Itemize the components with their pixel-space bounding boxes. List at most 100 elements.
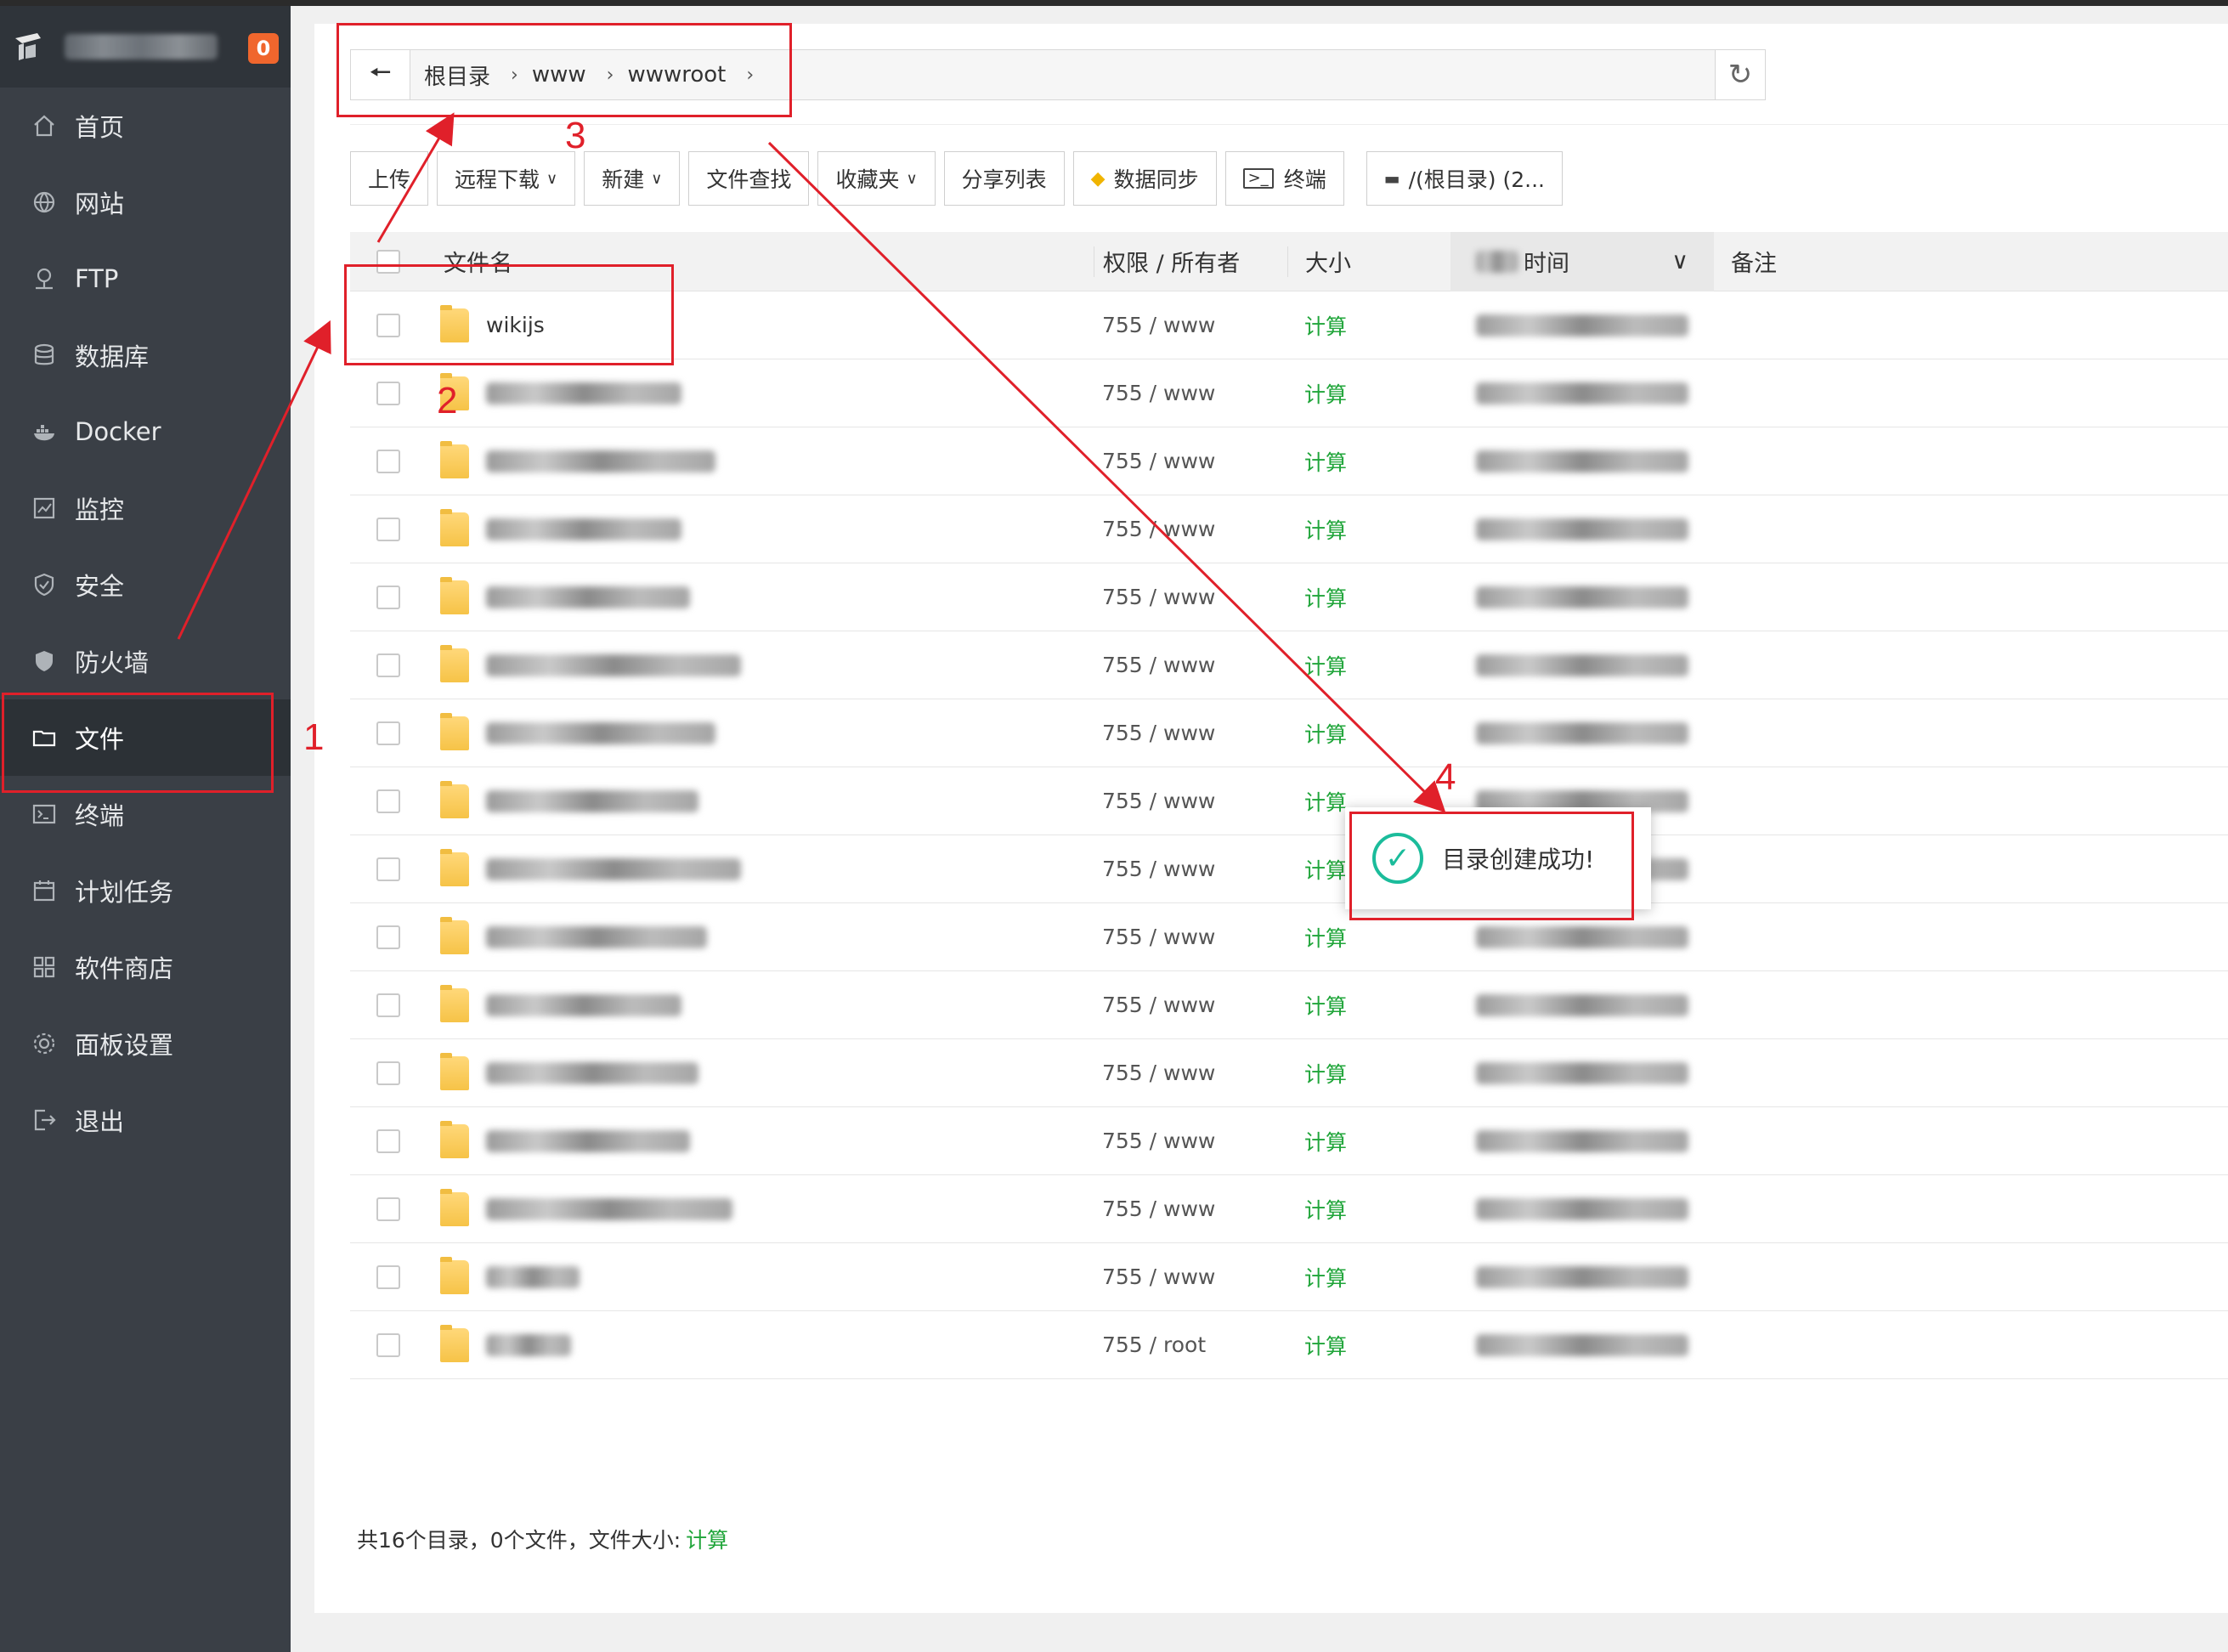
sidebar-item-docker[interactable]: Docker [0, 393, 291, 470]
table-row[interactable]: 755 / www 计算 [350, 495, 2228, 563]
calculate-size-link[interactable]: 计算 [1287, 922, 1450, 953]
blurred-file-name[interactable] [486, 1061, 698, 1084]
data-sync-button[interactable]: ◆ 数据同步 [1072, 151, 1217, 206]
row-checkbox[interactable] [376, 1129, 400, 1153]
sidebar-item-store[interactable]: 软件商店 [0, 929, 291, 1005]
permission-owner[interactable]: 755 / www [1094, 517, 1287, 541]
calculate-size-link[interactable]: 计算 [1287, 514, 1450, 545]
calculate-size-link[interactable]: 计算 [1287, 650, 1450, 681]
header-size[interactable]: 大小 [1305, 245, 1351, 278]
blurred-file-name[interactable] [486, 518, 681, 540]
sidebar-item-logout[interactable]: 退出 [0, 1082, 291, 1158]
sidebar-item-website[interactable]: 网站 [0, 164, 291, 240]
table-row[interactable]: 755 / www 计算 [350, 631, 2228, 699]
permission-owner[interactable]: 755 / www [1094, 1264, 1287, 1289]
sidebar-item-settings[interactable]: 面板设置 [0, 1005, 291, 1082]
calculate-size-link[interactable]: 计算 [1287, 1330, 1450, 1361]
calculate-size-link[interactable]: 计算 [1287, 582, 1450, 613]
permission-owner[interactable]: 755 / www [1094, 857, 1287, 881]
row-checkbox[interactable] [376, 449, 400, 473]
table-row[interactable]: 755 / www 计算 [350, 427, 2228, 495]
sidebar-item-database[interactable]: 数据库 [0, 317, 291, 393]
row-checkbox[interactable] [376, 653, 400, 677]
sidebar-item-cron[interactable]: 计划任务 [0, 852, 291, 929]
permission-owner[interactable]: 755 / www [1094, 1129, 1287, 1153]
table-row[interactable]: 755 / root 计算 [350, 1311, 2228, 1379]
calculate-size-link[interactable]: 计算 [1287, 378, 1450, 409]
table-row[interactable]: 755 / www 计算 [350, 971, 2228, 1039]
row-checkbox[interactable] [376, 789, 400, 813]
table-row[interactable]: 755 / www 计算 [350, 903, 2228, 971]
blurred-file-name[interactable] [486, 586, 690, 608]
calculate-size-link[interactable]: 计算 [1287, 718, 1450, 749]
header-permission[interactable]: 权限 / 所有者 [1103, 245, 1240, 278]
notification-badge[interactable]: 0 [248, 33, 279, 64]
calculate-size-link[interactable]: 计算 [1287, 1194, 1450, 1225]
sidebar-item-ftp[interactable]: FTP [0, 240, 291, 317]
row-checkbox[interactable] [376, 925, 400, 949]
blurred-file-name[interactable] [486, 925, 707, 948]
calculate-link[interactable]: 计算 [686, 1528, 728, 1553]
row-checkbox[interactable] [376, 857, 400, 881]
table-row[interactable]: 755 / www 计算 [350, 1175, 2228, 1243]
new-button[interactable]: 新建 ∨ [584, 151, 681, 206]
refresh-button[interactable]: ↻ [1715, 49, 1766, 100]
table-row[interactable]: 755 / www 计算 [350, 767, 2228, 835]
table-row[interactable]: 755 / www 计算 [350, 359, 2228, 427]
calculate-size-link[interactable]: 计算 [1287, 1058, 1450, 1089]
blurred-file-name[interactable] [486, 1333, 571, 1356]
blurred-file-name[interactable] [486, 382, 681, 405]
calculate-size-link[interactable]: 计算 [1287, 446, 1450, 477]
sidebar-item-home[interactable]: 首页 [0, 88, 291, 164]
header-time[interactable]: 时间 [1524, 245, 1569, 278]
chevron-down-icon[interactable]: ∨ [1671, 248, 1688, 274]
calculate-size-link[interactable]: 计算 [1287, 1262, 1450, 1293]
permission-owner[interactable]: 755 / www [1094, 721, 1287, 745]
row-checkbox[interactable] [376, 517, 400, 541]
table-row[interactable]: 755 / www 计算 [350, 835, 2228, 903]
row-checkbox[interactable] [376, 381, 400, 405]
row-checkbox[interactable] [376, 585, 400, 609]
table-row[interactable]: 755 / www 计算 [350, 699, 2228, 767]
permission-owner[interactable]: 755 / www [1094, 1061, 1287, 1085]
calculate-size-link[interactable]: 计算 [1287, 310, 1450, 341]
permission-owner[interactable]: 755 / root [1094, 1332, 1287, 1357]
blurred-file-name[interactable] [486, 857, 741, 880]
blurred-file-name[interactable] [486, 1265, 580, 1288]
terminal-button[interactable]: >_ 终端 [1224, 151, 1344, 206]
permission-owner[interactable]: 755 / www [1094, 585, 1287, 609]
blurred-file-name[interactable] [486, 450, 715, 472]
row-checkbox[interactable] [376, 993, 400, 1017]
row-checkbox[interactable] [376, 721, 400, 745]
calculate-size-link[interactable]: 计算 [1287, 1126, 1450, 1157]
permission-owner[interactable]: 755 / www [1094, 381, 1287, 405]
row-checkbox[interactable] [376, 1197, 400, 1221]
permission-owner[interactable]: 755 / www [1094, 925, 1287, 949]
blurred-file-name[interactable] [486, 1197, 732, 1220]
favorites-button[interactable]: 收藏夹 ∨ [817, 151, 936, 206]
blurred-file-name[interactable] [486, 1129, 690, 1152]
disk-button[interactable]: ▬/(根目录) (2... [1366, 151, 1563, 206]
permission-owner[interactable]: 755 / www [1094, 313, 1287, 337]
blurred-file-name[interactable] [486, 993, 681, 1016]
file-search-button[interactable]: 文件查找 [688, 151, 810, 206]
table-row[interactable]: 755 / www 计算 [350, 1039, 2228, 1107]
permission-owner[interactable]: 755 / www [1094, 1197, 1287, 1221]
calculate-size-link[interactable]: 计算 [1287, 990, 1450, 1021]
blurred-file-name[interactable] [486, 721, 715, 744]
remote-download-button[interactable]: 远程下载 ∨ [437, 151, 576, 206]
sidebar-item-monitor[interactable]: 监控 [0, 470, 291, 546]
upload-button[interactable]: 上传 [350, 151, 429, 206]
row-checkbox[interactable] [376, 1061, 400, 1085]
permission-owner[interactable]: 755 / www [1094, 653, 1287, 677]
table-row[interactable]: 755 / www 计算 [350, 563, 2228, 631]
row-checkbox[interactable] [376, 1264, 400, 1289]
table-row[interactable]: 755 / www 计算 [350, 1107, 2228, 1175]
sidebar-item-firewall[interactable]: 防火墙 [0, 623, 291, 699]
blurred-file-name[interactable] [486, 789, 698, 812]
table-row[interactable]: 755 / www 计算 [350, 1243, 2228, 1311]
sidebar-item-security[interactable]: 安全 [0, 546, 291, 623]
permission-owner[interactable]: 755 / www [1094, 789, 1287, 813]
permission-owner[interactable]: 755 / www [1094, 449, 1287, 473]
row-checkbox[interactable] [376, 1332, 400, 1357]
